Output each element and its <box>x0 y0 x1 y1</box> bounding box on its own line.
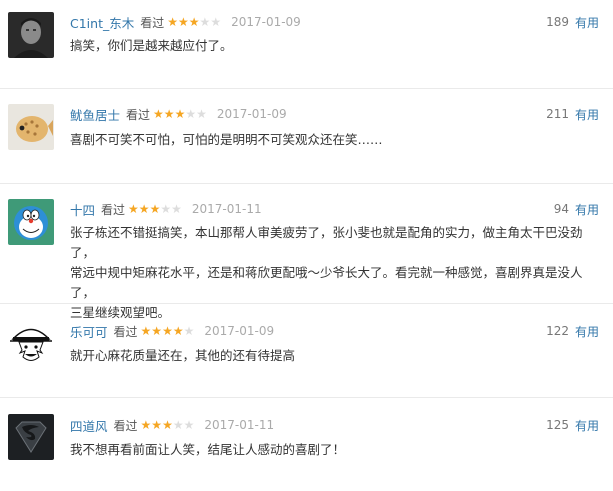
man-portrait-avatar[interactable] <box>8 12 54 58</box>
review-date: 2017-01-11 <box>191 202 262 216</box>
divider <box>0 88 613 89</box>
star-filled-icon: ★ <box>153 107 164 121</box>
review-meta: 乐可可 看过 ★ ★ ★ ★ ★ 2017-01-09 <box>70 321 274 341</box>
pufferfish-avatar[interactable] <box>8 104 54 150</box>
star-empty-icon: ★ <box>171 202 182 216</box>
star-filled-icon: ★ <box>140 324 152 338</box>
star-empty-icon: ★ <box>210 15 222 29</box>
useful-button[interactable]: 有用 <box>575 106 599 123</box>
rating-stars: ★ ★ ★ ★ ★ <box>128 203 182 215</box>
review-date: 2017-01-09 <box>231 15 301 29</box>
vote-count: 125 <box>546 418 569 432</box>
review-meta: C1int_东木 看过 ★ ★ ★ ★ ★ 2017-01-09 <box>70 12 301 32</box>
star-empty-icon: ★ <box>185 107 197 121</box>
star-filled-icon: ★ <box>188 15 200 29</box>
username-link[interactable]: 十四 <box>70 200 95 219</box>
review-content-line: 张子栋还不错挺搞笑，本山那帮人审美疲劳了，张小斐也就是配角的实力，做主角太干巴没… <box>70 225 583 260</box>
rating-stars: ★ ★ ★ ★ ★ <box>141 419 195 431</box>
review-date: 2017-01-09 <box>204 324 275 338</box>
review-content: 喜剧不可笑不可怕，可怕的是明明不可笑观众还在笑…… <box>70 132 383 147</box>
divider <box>0 303 613 304</box>
star-empty-icon: ★ <box>183 418 195 432</box>
doraemon-avatar[interactable] <box>8 199 54 245</box>
vote-count: 189 <box>546 15 569 29</box>
star-filled-icon: ★ <box>162 324 173 338</box>
divider <box>0 183 613 184</box>
star-empty-icon: ★ <box>172 418 184 432</box>
star-filled-icon: ★ <box>163 107 175 121</box>
star-empty-icon: ★ <box>160 202 172 216</box>
rating-stars: ★ ★ ★ ★ ★ <box>141 325 195 337</box>
vote-area: 125 有用 <box>546 415 599 435</box>
username-link[interactable]: 四道风 <box>70 416 108 435</box>
star-empty-icon: ★ <box>183 324 195 338</box>
review-content-line: 常远中规中矩麻花水平，还是和蒋欣更配哦～少爷长大了。看完就一种感觉，喜剧界真是没… <box>70 265 583 300</box>
watched-label: 看过 <box>101 202 126 217</box>
review-meta: 四道风 看过 ★ ★ ★ ★ ★ 2017-01-11 <box>70 415 274 435</box>
useful-button[interactable]: 有用 <box>575 201 599 218</box>
review-date: 2017-01-09 <box>216 107 287 121</box>
review-content-line: 三星继续观望吧。 <box>70 305 171 320</box>
username-link[interactable]: 鱿鱼居士 <box>70 105 120 124</box>
superman-logo-avatar[interactable] <box>8 414 54 460</box>
review-meta: 鱿鱼居士 看过 ★ ★ ★ ★ ★ 2017-01-09 <box>70 104 287 124</box>
review-meta: 十四 看过 ★ ★ ★ ★ ★ 2017-01-11 <box>70 199 262 219</box>
username-link[interactable]: 乐可可 <box>70 322 108 341</box>
review-date: 2017-01-11 <box>204 418 275 432</box>
vote-area: 122 有用 <box>546 321 599 341</box>
watched-label: 看过 <box>113 418 138 433</box>
rating-stars: ★ ★ ★ ★ ★ <box>153 108 207 120</box>
divider <box>0 397 613 398</box>
star-filled-icon: ★ <box>167 15 179 29</box>
watched-label: 看过 <box>126 107 151 122</box>
review-content: 搞笑，你们是越来越应付了。 <box>70 38 233 53</box>
useful-button[interactable]: 有用 <box>575 323 599 340</box>
star-filled-icon: ★ <box>149 202 161 216</box>
star-filled-icon: ★ <box>174 107 186 121</box>
rating-stars: ★ ★ ★ ★ ★ <box>167 16 221 28</box>
vote-count: 211 <box>546 107 569 121</box>
star-empty-icon: ★ <box>199 15 211 29</box>
review-list: C1int_东木 看过 ★ ★ ★ ★ ★ 2017-01-09 189 有用 搞笑，你… <box>0 0 613 491</box>
vote-count: 122 <box>546 324 569 338</box>
useful-button[interactable]: 有用 <box>575 417 599 434</box>
star-filled-icon: ★ <box>172 324 184 338</box>
vote-area: 94 有用 <box>554 199 599 219</box>
review-content: 我不想再看前面让人笑，结尾让人感动的喜剧了！ <box>70 442 346 457</box>
username-link[interactable]: C1int_东木 <box>70 13 134 32</box>
star-filled-icon: ★ <box>138 202 150 216</box>
watched-label: 看过 <box>140 15 165 30</box>
star-filled-icon: ★ <box>178 15 189 29</box>
vote-area: 189 有用 <box>546 12 599 32</box>
review-content: 就开心麻花质量还在，其他的还有待提高 <box>70 348 296 363</box>
vote-area: 211 有用 <box>546 104 599 124</box>
star-filled-icon: ★ <box>162 418 173 432</box>
star-empty-icon: ★ <box>196 107 207 121</box>
watched-label: 看过 <box>113 324 138 339</box>
star-filled-icon: ★ <box>151 324 163 338</box>
star-filled-icon: ★ <box>151 418 163 432</box>
review-content: 张子栋还不错挺搞笑，本山那帮人审美疲劳了，张小斐也就是配角的实力，做主角太干巴没… <box>70 223 600 323</box>
vote-count: 94 <box>553 202 569 216</box>
useful-button[interactable]: 有用 <box>575 14 599 31</box>
luffy-sketch-avatar[interactable] <box>8 320 54 366</box>
star-filled-icon: ★ <box>128 202 139 216</box>
star-filled-icon: ★ <box>140 418 152 432</box>
